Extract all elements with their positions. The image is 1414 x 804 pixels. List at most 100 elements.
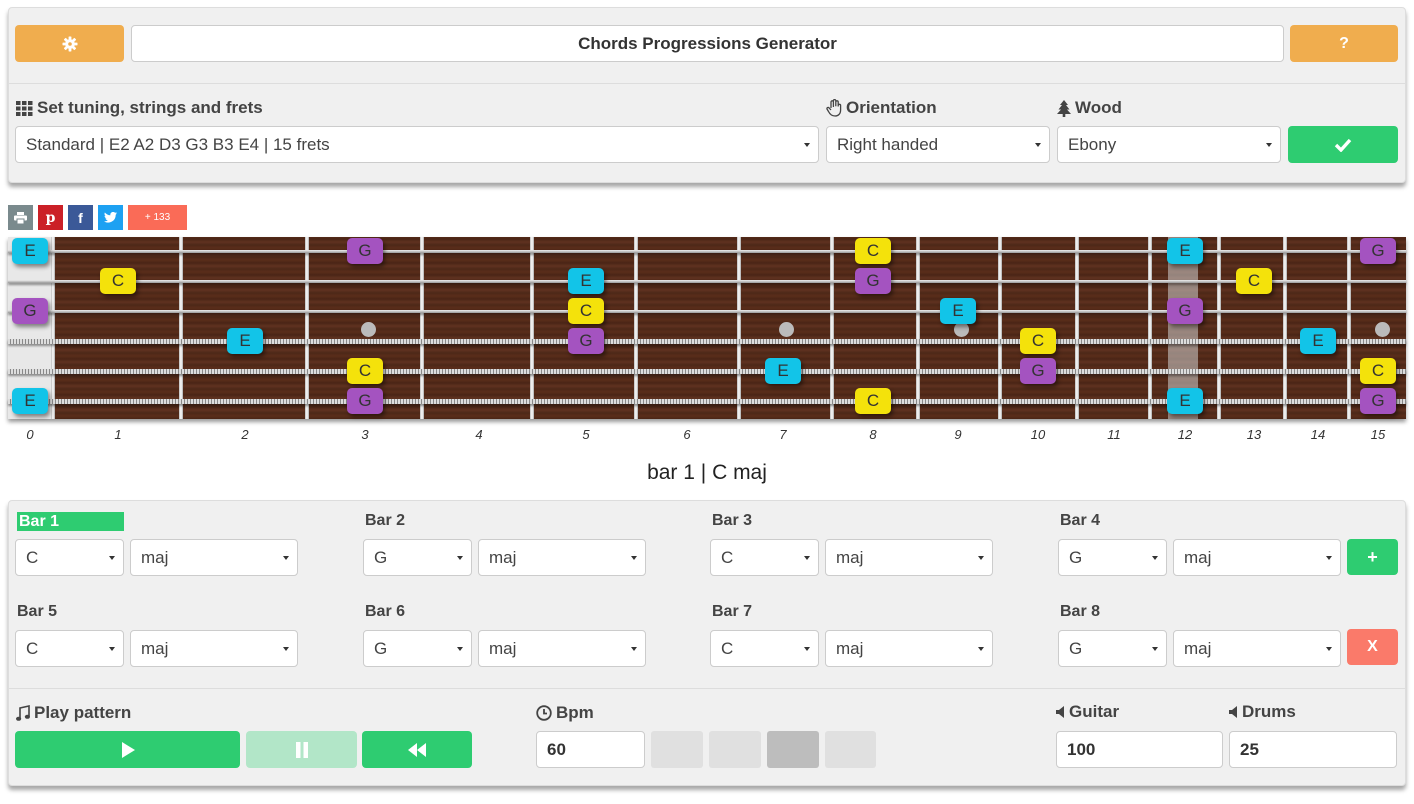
print-button[interactable] [8, 205, 33, 230]
wood-select[interactable]: Ebony [1057, 126, 1281, 163]
remove-bar-button[interactable]: X [1347, 629, 1398, 665]
note-marker-g[interactable]: G [1020, 358, 1056, 384]
note-marker-e[interactable]: E [12, 238, 48, 264]
current-chord-label: bar 1 | C maj [647, 461, 767, 484]
tuning-select[interactable]: Standard | E2 A2 D3 G3 B3 E4 | 15 frets [15, 126, 819, 163]
bar-quality-select[interactable]: maj [825, 630, 993, 667]
bar-quality-select[interactable]: maj [1173, 630, 1341, 667]
bar-root-select[interactable]: C [710, 539, 819, 576]
bar-quality-select[interactable]: maj [825, 539, 993, 576]
fret-wire [1347, 237, 1351, 419]
pinterest-button[interactable]: p [38, 205, 63, 230]
note-marker-g[interactable]: G [1360, 388, 1396, 414]
fret-number: 0 [26, 427, 34, 442]
fret-wire [179, 237, 183, 419]
share-count-button[interactable]: + 133 [128, 205, 187, 230]
note-marker-c[interactable]: C [1236, 268, 1272, 294]
bar-label: Bar 5 [17, 603, 58, 620]
caret-down-icon [457, 646, 463, 651]
note-marker-c[interactable]: C [100, 268, 136, 294]
note-marker-g[interactable]: G [855, 268, 891, 294]
orientation-select[interactable]: Right handed [826, 126, 1050, 163]
note-marker-c[interactable]: C [1360, 358, 1396, 384]
share-count: + 133 [144, 212, 171, 223]
bar-root-select[interactable]: C [15, 539, 124, 576]
settings-button[interactable] [15, 25, 124, 62]
inlay-dot [1375, 322, 1390, 337]
fret-number: 12 [1177, 427, 1193, 442]
help-button[interactable]: ? [1290, 25, 1398, 62]
note-marker-e[interactable]: E [12, 388, 48, 414]
fretboard[interactable]: EGCEGCEGCGCEGEGCECEGCEGCEG [8, 237, 1406, 419]
bar-quality-value: maj [489, 547, 517, 567]
note-marker-e[interactable]: E [1167, 388, 1203, 414]
caret-down-icon [1326, 555, 1332, 560]
note-marker-e[interactable]: E [568, 268, 604, 294]
fret-wire [830, 237, 834, 419]
note-marker-e[interactable]: E [1300, 328, 1336, 354]
bar-quality-select[interactable]: maj [478, 630, 646, 667]
note-marker-c[interactable]: C [1020, 328, 1056, 354]
pause-button[interactable] [246, 731, 357, 768]
bar-root-value: G [374, 638, 388, 658]
bar-label: Bar 8 [1060, 603, 1101, 620]
note-marker-c[interactable]: C [855, 388, 891, 414]
bar-root-value: C [721, 638, 734, 658]
fret-number: 13 [1246, 427, 1262, 442]
note-marker-c[interactable]: C [347, 358, 383, 384]
note-marker-e[interactable]: E [227, 328, 263, 354]
bar-quality-value: maj [141, 547, 169, 567]
fret-number: 11 [1107, 427, 1121, 442]
fret-number: 9 [954, 427, 962, 442]
add-bar-button[interactable]: + [1347, 539, 1398, 575]
bar-root-select[interactable]: C [15, 630, 124, 667]
play-icon [121, 741, 135, 758]
fret-wire [916, 237, 920, 419]
bar-root-select[interactable]: G [1058, 539, 1167, 576]
caret-down-icon [109, 555, 115, 560]
guitar-volume-input[interactable]: 100 [1056, 731, 1223, 768]
bar-root-select[interactable]: C [710, 630, 819, 667]
orientation-heading: Orientation [826, 98, 937, 118]
bar-quality-select[interactable]: maj [130, 630, 298, 667]
fret-number: 7 [779, 427, 787, 442]
caret-down-icon [457, 555, 463, 560]
guitar-string [8, 279, 1406, 283]
bar-root-select[interactable]: G [1058, 630, 1167, 667]
facebook-button[interactable]: f [68, 205, 93, 230]
note-marker-g[interactable]: G [347, 388, 383, 414]
check-icon [1334, 138, 1352, 152]
rewind-button[interactable] [362, 731, 472, 768]
bpm-label: Bpm [556, 703, 594, 722]
bar-quality-select[interactable]: maj [130, 539, 298, 576]
clock-icon [536, 705, 552, 721]
note-marker-e[interactable]: E [1167, 238, 1203, 264]
play-button[interactable] [15, 731, 240, 768]
note-marker-e[interactable]: E [940, 298, 976, 324]
caret-down-icon [1152, 646, 1158, 651]
fret-wire [530, 237, 534, 419]
bar-quality-select[interactable]: maj [478, 539, 646, 576]
bar-root-select[interactable]: G [363, 630, 472, 667]
note-marker-g[interactable]: G [347, 238, 383, 264]
twitter-button[interactable] [98, 205, 123, 230]
bar-quality-select[interactable]: maj [1173, 539, 1341, 576]
note-marker-g[interactable]: G [568, 328, 604, 354]
bar-label: Bar 3 [712, 512, 753, 529]
apply-button[interactable] [1288, 126, 1398, 163]
bar-root-select[interactable]: G [363, 539, 472, 576]
note-marker-c[interactable]: C [855, 238, 891, 264]
tuning-heading: Set tuning, strings and frets [16, 98, 263, 118]
drums-volume-input[interactable]: 25 [1229, 731, 1397, 768]
fret-number: 5 [582, 427, 590, 442]
gear-icon [62, 36, 77, 51]
note-marker-c[interactable]: C [568, 298, 604, 324]
note-marker-g[interactable]: G [1360, 238, 1396, 264]
note-marker-e[interactable]: E [765, 358, 801, 384]
bar-label: Bar 2 [365, 512, 406, 529]
note-marker-g[interactable]: G [1167, 298, 1203, 324]
settings-panel: Chords Progressions Generator ? Set tuni… [8, 7, 1406, 183]
bpm-input[interactable]: 60 [536, 731, 645, 768]
fret-number: 1 [114, 427, 122, 442]
note-marker-g[interactable]: G [12, 298, 48, 324]
